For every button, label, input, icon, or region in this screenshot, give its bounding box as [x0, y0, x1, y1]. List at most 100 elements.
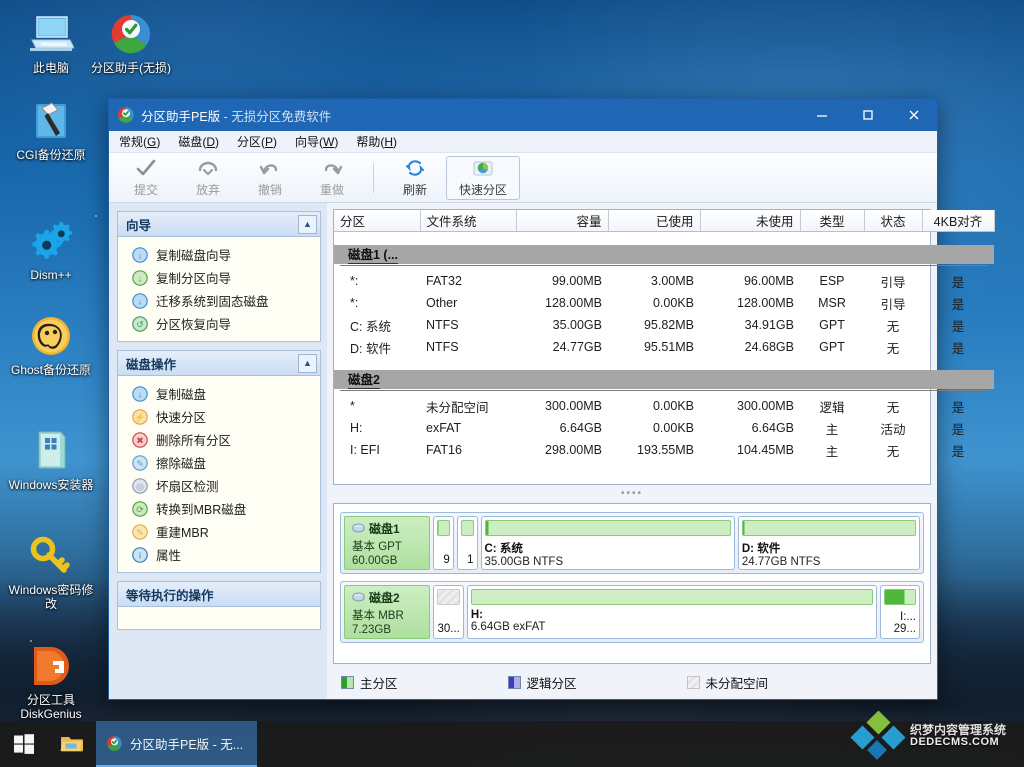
partition-block[interactable]: 9: [433, 516, 454, 570]
maximize-button[interactable]: [845, 99, 891, 131]
table-row[interactable]: * 未分配空间 300.00MB 0.00KB 300.00MB 逻辑 无 是: [334, 395, 994, 417]
minimize-button[interactable]: [799, 99, 845, 131]
menu-general[interactable]: 常规(G): [119, 133, 160, 150]
undo-arrow-icon: [259, 157, 281, 179]
partition-block[interactable]: H: 6.64GB exFAT: [466, 585, 877, 639]
desktop-icon-ghost-backup[interactable]: Ghost备份还原: [8, 310, 94, 377]
menu-label-end: ): [273, 135, 278, 149]
gears-icon: [8, 215, 94, 263]
desktop-icon-cgi-backup[interactable]: CGI备份还原: [8, 95, 94, 162]
legend-bar: 主分区 逻辑分区 未分配空间: [333, 669, 931, 695]
watermark-line2: DEDECMS.COM: [910, 735, 1000, 748]
sidebar-item-6[interactable]: ✎ 重建MBR: [122, 520, 316, 543]
disk-scheme: 基本 GPT: [352, 540, 402, 553]
table-row[interactable]: *: FAT32 99.00MB 3.00MB 96.00MB ESP 引导 是: [334, 270, 994, 292]
cell-partition: *:: [350, 274, 359, 288]
sidebar-item-1[interactable]: ↓ 复制分区向导: [122, 266, 316, 289]
partition-text: H: 6.64GB exFAT: [471, 605, 873, 633]
table-spacer: [334, 231, 994, 243]
table-row[interactable]: I: EFI FAT16 298.00MB 193.55MB 104.45MB 主 无 是: [334, 439, 994, 461]
sidebar-item-4[interactable]: ◎ 坏扇区检测: [122, 474, 316, 497]
taskbar-item-partition-assistant[interactable]: 分区助手PE版 - 无...: [96, 721, 258, 767]
rebuild-mbr-icon: ✎: [132, 523, 148, 540]
chevron-up-icon[interactable]: ▲: [298, 214, 317, 234]
desktop-icon-diskgenius[interactable]: 分区工具 DiskGenius: [8, 640, 94, 721]
splitter-handle[interactable]: ••••: [333, 489, 931, 499]
sidebar-item-7[interactable]: i 属性: [122, 543, 316, 566]
svg-text:⚡: ⚡: [134, 411, 145, 423]
refresh-button[interactable]: 刷新: [384, 155, 446, 201]
partition-label: 30...: [437, 623, 460, 635]
quick-partition-label: 快速分区: [458, 183, 507, 197]
sidebar-item-0[interactable]: ↓ 复制磁盘: [122, 382, 316, 405]
table-row[interactable]: H: exFAT 6.64GB 0.00KB 6.64GB 主 活动 是: [334, 417, 994, 439]
desktop-icon-this-pc[interactable]: 此电脑: [8, 8, 94, 75]
close-button[interactable]: [891, 99, 937, 131]
table-row[interactable]: C: 系统 NTFS 35.00GB 95.82MB 34.91GB GPT 无 是: [334, 314, 994, 336]
menu-wizard[interactable]: 向导(W): [295, 133, 338, 150]
undo-button[interactable]: 撤销: [239, 155, 301, 201]
sidebar-item-0[interactable]: ↓ 复制磁盘向导: [122, 243, 316, 266]
desktop-icon-label: Windows密码修改: [8, 583, 94, 611]
desktop-icon-windows-installer[interactable]: Windows安装器: [8, 425, 94, 492]
partition-block[interactable]: I:... 29...: [880, 585, 920, 639]
column-header-3[interactable]: 已使用: [608, 210, 701, 232]
desktop-icon-partition-assistant[interactable]: 分区助手(无损): [88, 8, 174, 75]
menu-partition[interactable]: 分区(P): [237, 133, 277, 150]
commit-button[interactable]: 提交: [115, 155, 177, 201]
column-header-4[interactable]: 未使用: [700, 210, 801, 232]
partition-table-header-row[interactable]: 分区 文件系统 容量 已使用 未使用 类型 状态 4KB对齐: [334, 210, 995, 232]
partition-usage-bar: [460, 520, 474, 536]
sidebar-item-2[interactable]: ↓ 迁移系统到固态磁盘: [122, 289, 316, 312]
partition-label: 9: [443, 554, 450, 566]
disk-map-row-2[interactable]: 磁盘2 基本 MBR 7.23GB 30... H: 6.64GB exFAT: [340, 581, 924, 643]
file-explorer-button[interactable]: [48, 721, 96, 767]
watermark-logo-icon: [850, 711, 906, 760]
partition-label: I:...: [900, 611, 916, 623]
sidebar-item-3[interactable]: ✎ 擦除磁盘: [122, 451, 316, 474]
cell-unused: 6.64GB: [751, 421, 794, 435]
column-header-2[interactable]: 容量: [516, 210, 609, 232]
desktop-icon-dism-plus[interactable]: Dism++: [8, 215, 94, 282]
sidebar-item-3[interactable]: ↺ 分区恢复向导: [122, 312, 316, 335]
partition-block[interactable]: C: 系统 35.00GB NTFS: [480, 516, 735, 570]
wizard-panel-header[interactable]: 向导 ▲: [118, 212, 320, 237]
cell-align: 是: [951, 341, 965, 356]
sidebar-item-1[interactable]: ⚡ 快速分区: [122, 405, 316, 428]
cell-unused: 24.68GB: [744, 340, 794, 354]
column-header-0[interactable]: 分区: [334, 210, 421, 232]
disk-info[interactable]: 磁盘2 基本 MBR 7.23GB: [344, 585, 430, 639]
disk-info[interactable]: 磁盘1 基本 GPT 60.00GB: [344, 516, 430, 570]
partition-block[interactable]: 30...: [433, 585, 464, 639]
quick-partition-button[interactable]: 快速分区: [446, 155, 520, 200]
column-header-7[interactable]: 4KB对齐: [922, 210, 995, 232]
cell-type: GPT: [819, 318, 845, 332]
key-icon: [8, 530, 94, 578]
menu-help[interactable]: 帮助(H): [356, 133, 397, 150]
cell-status: 无: [886, 400, 900, 415]
desktop-icon-windows-password[interactable]: Windows密码修改: [8, 530, 94, 611]
sidebar: 向导 ▲ ↓ 复制磁盘向导 ↓ 复制分区向导 ↓ 迁移系统到固态磁盘 ↺ 分区恢…: [109, 203, 327, 699]
column-header-6[interactable]: 状态: [864, 210, 923, 232]
menu-accesskey: D: [206, 135, 216, 149]
disk-map-row-1[interactable]: 磁盘1 基本 GPT 60.00GB 9 1 C: 系统 35.00GB NTF…: [340, 512, 924, 574]
disk-ops-panel-header[interactable]: 磁盘操作 ▲: [118, 351, 320, 376]
pending-ops-panel-header[interactable]: 等待执行的操作 ▲: [118, 582, 320, 607]
redo-button[interactable]: 重做: [301, 155, 363, 201]
column-header-5[interactable]: 类型: [800, 210, 865, 232]
window-titlebar[interactable]: 分区助手PE版 - 无损分区免费软件: [109, 99, 937, 131]
sidebar-item-2[interactable]: ✖ 删除所有分区: [122, 428, 316, 451]
disk-group-header[interactable]: 磁盘1 (...: [334, 243, 994, 265]
menu-disk[interactable]: 磁盘(D): [178, 133, 219, 150]
disk-group-header[interactable]: 磁盘2: [334, 368, 994, 390]
partition-block[interactable]: 1: [456, 516, 478, 570]
chevron-up-icon[interactable]: ▲: [298, 353, 317, 373]
disk-platter-icon: [352, 592, 365, 601]
start-button[interactable]: [0, 721, 48, 767]
column-header-1[interactable]: 文件系统: [420, 210, 517, 232]
discard-button[interactable]: 放弃: [177, 155, 239, 201]
partition-block[interactable]: D: 软件 24.77GB NTFS: [737, 516, 921, 570]
sidebar-item-5[interactable]: ⟳ 转换到MBR磁盘: [122, 497, 316, 520]
table-row[interactable]: *: Other 128.00MB 0.00KB 128.00MB MSR 引导 是: [334, 292, 994, 314]
table-row[interactable]: D: 软件 NTFS 24.77GB 95.51MB 24.68GB GPT 无 是: [334, 336, 994, 358]
